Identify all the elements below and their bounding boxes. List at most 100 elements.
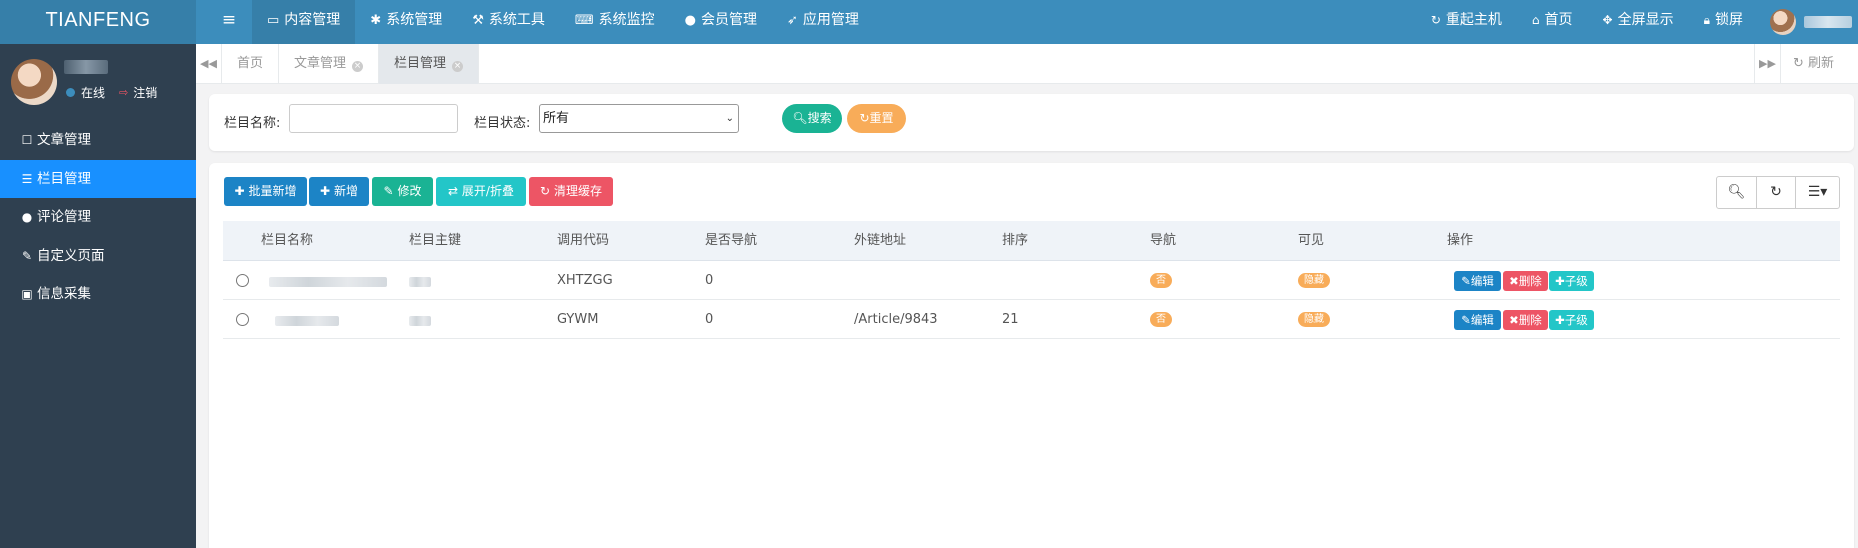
list-icon: ☰ — [21, 171, 33, 186]
sidebar-item-label: 自定义页面 — [37, 247, 105, 264]
search-icon: 🔍︎ — [1727, 184, 1746, 200]
tabs-bar: ◀◀ 首页 文章管理 × 栏目管理 × ▶▶ ↻ 刷新 — [196, 44, 1858, 84]
add-button[interactable]: ✚ 新增 — [309, 177, 369, 206]
lock-screen-button[interactable]: 🔒︎ 锁屏 — [1689, 0, 1758, 44]
cell-call-code: XHTZGG — [557, 273, 613, 288]
sidebar-item-label: 文章管理 — [37, 132, 91, 148]
top-menu-system[interactable]: ✱ 系统管理 — [355, 0, 457, 44]
row-add-child-button[interactable]: ✚子级 — [1549, 310, 1594, 330]
home-icon: ⌂ — [1531, 13, 1540, 27]
sign-out-icon: ⇨ — [119, 86, 129, 99]
cell-is-nav: 0 — [705, 273, 714, 288]
side-menu: ☐ 文章管理 ☰ 栏目管理 ● 评论管理 ✎ 自定义页面 ▣ 信息采集 — [0, 121, 196, 314]
sidebar-item-label: 信息采集 — [37, 286, 91, 302]
user-menu[interactable] — [1758, 0, 1858, 44]
table-row[interactable]: GYWM 0 /Article/9843 21 否 隐藏 ✎编辑 ✖删除 ✚子级 — [223, 300, 1840, 339]
tab-columns[interactable]: 栏目管理 × — [379, 44, 480, 84]
tab-scroll-right-button[interactable]: ▶▶ — [1754, 44, 1780, 84]
brand-logo[interactable]: TIANFENG — [0, 0, 196, 44]
row-delete-button[interactable]: ✖删除 — [1503, 271, 1548, 291]
top-menu-label: 应用管理 — [802, 12, 859, 28]
sidebar-item-collect[interactable]: ▣ 信息采集 — [0, 275, 196, 314]
status-online-label: 在线 — [81, 86, 106, 100]
user-name-blurred — [64, 60, 108, 74]
plus-icon: ✚ — [1555, 313, 1565, 327]
tab-refresh-button[interactable]: ↻ 刷新 — [1780, 44, 1858, 84]
sidebar-item-label: 栏目管理 — [37, 170, 91, 187]
search-button[interactable]: 🔍︎搜索 — [782, 104, 842, 133]
monitor-icon: ▭ — [267, 13, 280, 28]
top-right-label: 锁屏 — [1715, 12, 1743, 28]
top-menu-tools[interactable]: ⚒ 系统工具 — [457, 0, 560, 44]
button-label: 展开/折叠 — [461, 184, 514, 198]
sidebar-item-columns[interactable]: ☰ 栏目管理 — [0, 159, 196, 198]
sidebar: 在线 ⇨ 注销 ☐ 文章管理 ☰ 栏目管理 ● 评论管理 ✎ 自定义页面 ▣ 信息采集 — [0, 44, 196, 548]
restart-host-button[interactable]: ↻ 重起主机 — [1416, 0, 1517, 44]
fullscreen-button[interactable]: ✥ 全屏显示 — [1588, 0, 1689, 44]
top-menu-label: 内容管理 — [284, 12, 341, 28]
top-navbar: TIANFENG ≡ ▭ 内容管理 ✱ 系统管理 ⚒ 系统工具 ⌨ 系统监控 ● 会员管理… — [0, 0, 1858, 44]
menu-toggle-button[interactable]: ≡ — [212, 0, 246, 44]
gear-icon: ✱ — [370, 13, 382, 28]
tab-label: 文章管理 — [294, 56, 347, 71]
clear-cache-button[interactable]: ↻ 清理缓存 — [529, 177, 613, 206]
refresh-label: 刷新 — [1808, 56, 1835, 71]
home-link[interactable]: ⌂ 首页 — [1517, 0, 1588, 44]
column-name-label: 栏目名称: — [224, 116, 281, 131]
row-add-child-button[interactable]: ✚子级 — [1549, 271, 1594, 291]
tab-home[interactable]: 首页 — [222, 44, 280, 84]
row-edit-button[interactable]: ✎编辑 — [1454, 310, 1501, 330]
top-menu-members[interactable]: ● 会员管理 — [670, 0, 772, 44]
tab-scroll-left-button[interactable]: ◀◀ — [196, 44, 222, 84]
table-row[interactable]: XHTZGG 0 否 隐藏 ✎编辑 ✖删除 ✚子级 — [223, 261, 1840, 300]
keyboard-icon: ⌨ — [574, 13, 594, 28]
th-external-url: 外链地址 — [854, 233, 907, 248]
top-menu-content[interactable]: ▭ 内容管理 — [252, 0, 356, 44]
top-right-label: 首页 — [1544, 12, 1573, 28]
column-name-input[interactable] — [289, 104, 458, 133]
reset-button-label: 重置 — [869, 111, 894, 125]
sidebar-item-articles[interactable]: ☐ 文章管理 — [0, 121, 196, 160]
top-menu-apps[interactable]: ➶ 应用管理 — [772, 0, 874, 44]
table-search-button[interactable]: 🔍︎ — [1717, 177, 1756, 208]
cell-call-code: GYWM — [557, 312, 599, 327]
tab-label: 首页 — [237, 56, 264, 71]
close-icon[interactable]: × — [352, 61, 364, 72]
sidebar-item-custom-pages[interactable]: ✎ 自定义页面 — [0, 237, 196, 276]
batch-add-button[interactable]: ✚ 批量新增 — [224, 177, 307, 206]
user-panel: 在线 ⇨ 注销 — [0, 44, 196, 112]
row-delete-button[interactable]: ✖删除 — [1503, 310, 1548, 330]
row-select-radio[interactable] — [236, 274, 249, 287]
row-select-radio[interactable] — [236, 313, 249, 326]
close-icon: ✖ — [1509, 274, 1519, 288]
user-icon: ● — [684, 13, 696, 28]
top-menu-label: 系统监控 — [598, 12, 655, 28]
row-edit-button[interactable]: ✎编辑 — [1454, 271, 1501, 291]
expand-collapse-button[interactable]: ⇄ 展开/折叠 — [436, 177, 526, 206]
reset-button[interactable]: ↻重置 — [847, 104, 906, 133]
nav-badge: 否 — [1150, 273, 1172, 288]
top-right-label: 重起主机 — [1445, 12, 1502, 28]
tab-articles[interactable]: 文章管理 × — [279, 44, 380, 84]
th-sort: 排序 — [1002, 233, 1029, 248]
chevron-down-icon: ⌄ — [725, 113, 734, 124]
top-menu-monitor[interactable]: ⌨ 系统监控 — [560, 0, 670, 44]
logout-link[interactable]: 注销 — [133, 84, 157, 101]
select-value: 所有 — [543, 111, 570, 126]
plus-icon: ✚ — [234, 184, 245, 198]
top-menu-label: 系统管理 — [386, 12, 443, 28]
edit-icon: ☐ — [21, 133, 33, 147]
search-panel: 栏目名称: 栏目状态: 所有 ⌄ 🔍︎搜索 ↻重置 — [209, 94, 1854, 151]
table-refresh-button[interactable]: ↻ — [1756, 177, 1795, 208]
sidebar-item-comments[interactable]: ● 评论管理 — [0, 198, 196, 237]
edit-button[interactable]: ✎ 修改 — [372, 177, 433, 206]
refresh-icon: ↻ — [1770, 184, 1782, 200]
button-label: 新增 — [333, 184, 358, 198]
tab-label: 栏目管理 — [394, 56, 447, 71]
column-status-select[interactable]: 所有 ⌄ — [539, 104, 739, 133]
close-icon[interactable]: × — [452, 61, 464, 72]
top-menu-label: 系统工具 — [488, 12, 545, 28]
list-icon: ☰▾ — [1807, 184, 1828, 200]
action-label: 删除 — [1518, 313, 1542, 327]
columns-toggle-button[interactable]: ☰▾ — [1795, 177, 1839, 208]
